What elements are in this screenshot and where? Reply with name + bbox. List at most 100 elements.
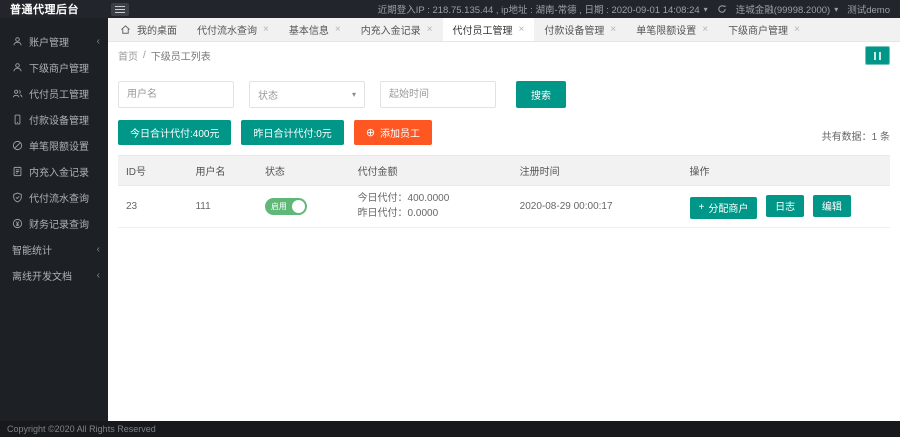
sidebar-item-label: 单笔限额设置 xyxy=(29,141,89,153)
sidebar-item-label: 代付员工管理 xyxy=(29,89,89,101)
sidebar-item-label: 下级商户管理 xyxy=(29,63,89,75)
close-icon[interactable]: × xyxy=(427,24,433,35)
sidebar-item-account-management[interactable]: 账户管理 ‹ xyxy=(0,28,108,54)
merchant-menu[interactable]: 连城金融(99998.2000) ▾ xyxy=(735,2,839,17)
amount-today: 今日代付：400.0000 xyxy=(357,193,450,204)
chevron-left-icon: ‹ xyxy=(96,243,100,255)
sidebar-item-payment-device-management[interactable]: 付款设备管理 xyxy=(0,106,108,132)
tab-label: 单笔限额设置 xyxy=(636,26,697,37)
sidebar-item-payout-staff-management[interactable]: 代付员工管理 xyxy=(0,80,108,106)
tab-label: 代付员工管理 xyxy=(452,26,513,37)
cell-payout-amount: 今日代付：400.0000 昨日代付：0.0000 xyxy=(349,185,512,228)
current-user[interactable]: 测试demo xyxy=(847,2,890,16)
close-icon[interactable]: × xyxy=(794,24,800,35)
caret-down-icon: ▾ xyxy=(703,4,708,14)
tab-payout-flow-query[interactable]: 代付流水查询 × xyxy=(187,18,279,41)
tab-recharge-records[interactable]: 内充入金记录 × xyxy=(351,18,443,41)
cell-id: 23 xyxy=(118,185,188,228)
menu-toggle-button[interactable] xyxy=(111,2,129,16)
search-button[interactable]: 搜索 xyxy=(516,81,566,108)
total-count-text: 共有数据：1 条 xyxy=(821,132,890,143)
pause-refresh-button[interactable] xyxy=(865,46,890,65)
sidebar-item-label: 代付流水查询 xyxy=(29,193,89,205)
pause-icon xyxy=(874,51,876,60)
header-register-time: 注册时间 xyxy=(511,155,682,186)
tab-bar: 我的桌面 代付流水查询 × 基本信息 × 内充入金记录 × 代付员工管理 × 付… xyxy=(108,18,900,42)
tab-single-limit-settings[interactable]: 单笔限额设置 × xyxy=(626,18,718,41)
sidebar-item-smart-statistics[interactable]: 智能统计 ‹ xyxy=(0,236,108,262)
header-status: 状态 xyxy=(256,155,350,186)
close-icon[interactable]: × xyxy=(519,24,525,35)
home-icon xyxy=(120,24,131,35)
close-icon[interactable]: × xyxy=(610,24,616,35)
username-input[interactable] xyxy=(118,81,234,108)
plus-circle-icon: ⊕ xyxy=(365,127,376,139)
pause-icon xyxy=(879,51,881,60)
tab-payment-device-management[interactable]: 付款设备管理 × xyxy=(534,18,626,41)
header-operations: 操作 xyxy=(681,155,890,186)
header-username: 用户名 xyxy=(187,155,257,186)
sidebar-item-label: 智能统计 xyxy=(12,245,52,257)
tab-label: 代付流水查询 xyxy=(197,26,257,37)
assign-merchant-button[interactable]: + 分配商户 xyxy=(689,196,758,219)
tab-label: 基本信息 xyxy=(288,26,329,37)
tab-sub-merchant-management[interactable]: 下级商户管理 × xyxy=(718,18,810,41)
log-button[interactable]: 日志 xyxy=(766,194,805,217)
start-time-input[interactable] xyxy=(380,81,496,108)
refresh-icon[interactable] xyxy=(717,4,727,14)
close-icon[interactable]: × xyxy=(702,24,708,35)
sidebar-item-label: 财务记录查询 xyxy=(29,219,89,231)
sidebar-item-payout-flow-query[interactable]: 代付流水查询 xyxy=(0,184,108,210)
caret-down-icon: ▾ xyxy=(351,90,356,99)
status-select[interactable]: 状态 ▾ xyxy=(249,81,365,108)
close-icon[interactable]: × xyxy=(263,24,269,35)
tab-payout-staff-management[interactable]: 代付员工管理 × xyxy=(442,18,535,41)
tab-basic-info[interactable]: 基本信息 × xyxy=(279,18,351,41)
status-toggle[interactable]: 启用 xyxy=(264,198,307,215)
breadcrumb-home[interactable]: 首页 xyxy=(118,48,138,63)
login-info-text: 近期登入IP : 218.75.135.44 , ip地址 : 湖南-常德 , … xyxy=(377,5,700,16)
employee-table: ID号 用户名 状态 代付金额 注册时间 操作 23 111 启用 今日代付：4… xyxy=(118,155,890,228)
content: 状态 ▾ 搜索 今日合计代付:400元 昨日合计代付:0元 ⊕ 添加员工 共有数… xyxy=(108,69,900,421)
status-toggle-label: 启用 xyxy=(270,202,287,211)
main-panel: 我的桌面 代付流水查询 × 基本信息 × 内充入金记录 × 代付员工管理 × 付… xyxy=(108,18,900,421)
edit-button[interactable]: 编辑 xyxy=(812,194,851,217)
header-payout-amount: 代付金额 xyxy=(349,155,512,186)
sidebar-item-label: 离线开发文档 xyxy=(12,271,72,283)
today-total-button[interactable]: 今日合计代付:400元 xyxy=(118,120,232,145)
sidebar-item-single-limit-settings[interactable]: 单笔限额设置 xyxy=(0,132,108,158)
plus-icon: + xyxy=(698,202,705,213)
chevron-left-icon: ‹ xyxy=(96,35,100,47)
merchant-name: 连城金融(99998.2000) xyxy=(735,5,831,16)
tab-label: 我的桌面 xyxy=(137,26,177,37)
copyright-text: Copyright ©2020 All Rights Reserved xyxy=(7,424,156,434)
header-id: ID号 xyxy=(118,155,188,186)
breadcrumb-separator: / xyxy=(143,50,146,61)
add-employee-button[interactable]: ⊕ 添加员工 xyxy=(353,120,433,145)
cell-username: 111 xyxy=(187,185,257,228)
topbar-right: 近期登入IP : 218.75.135.44 , ip地址 : 湖南-常德 , … xyxy=(377,2,900,17)
login-info[interactable]: 近期登入IP : 218.75.135.44 , ip地址 : 湖南-常德 , … xyxy=(377,2,708,17)
app-title: 普通代理后台 xyxy=(10,4,79,16)
action-row: 今日合计代付:400元 昨日合计代付:0元 ⊕ 添加员工 共有数据：1 条 xyxy=(118,120,890,145)
sidebar-item-label: 付款设备管理 xyxy=(29,115,89,127)
limit-circle-icon xyxy=(12,140,23,151)
chevron-left-icon: ‹ xyxy=(96,269,100,281)
cell-register-time: 2020-08-29 00:00:17 xyxy=(511,185,682,228)
cell-status: 启用 xyxy=(256,185,350,228)
sidebar-item-finance-records-query[interactable]: 财务记录查询 xyxy=(0,210,108,236)
yesterday-total-button[interactable]: 昨日合计代付:0元 xyxy=(241,120,344,145)
cell-operations: + 分配商户 日志 编辑 xyxy=(681,185,890,228)
sidebar-item-sub-merchant-management[interactable]: 下级商户管理 xyxy=(0,54,108,80)
sidebar-item-offline-dev-docs[interactable]: 离线开发文档 ‹ xyxy=(0,262,108,288)
close-icon[interactable]: × xyxy=(335,24,341,35)
mobile-device-icon xyxy=(12,114,23,125)
sidebar-item-recharge-records[interactable]: 内充入金记录 xyxy=(0,158,108,184)
user-icon xyxy=(12,36,23,47)
table-header-row: ID号 用户名 状态 代付金额 注册时间 操作 xyxy=(118,155,890,186)
money-icon xyxy=(12,218,23,229)
breadcrumb-current: 下级员工列表 xyxy=(150,52,211,63)
add-employee-label: 添加员工 xyxy=(380,129,421,140)
tab-my-desktop[interactable]: 我的桌面 xyxy=(110,18,187,41)
tab-label: 下级商户管理 xyxy=(728,26,789,37)
